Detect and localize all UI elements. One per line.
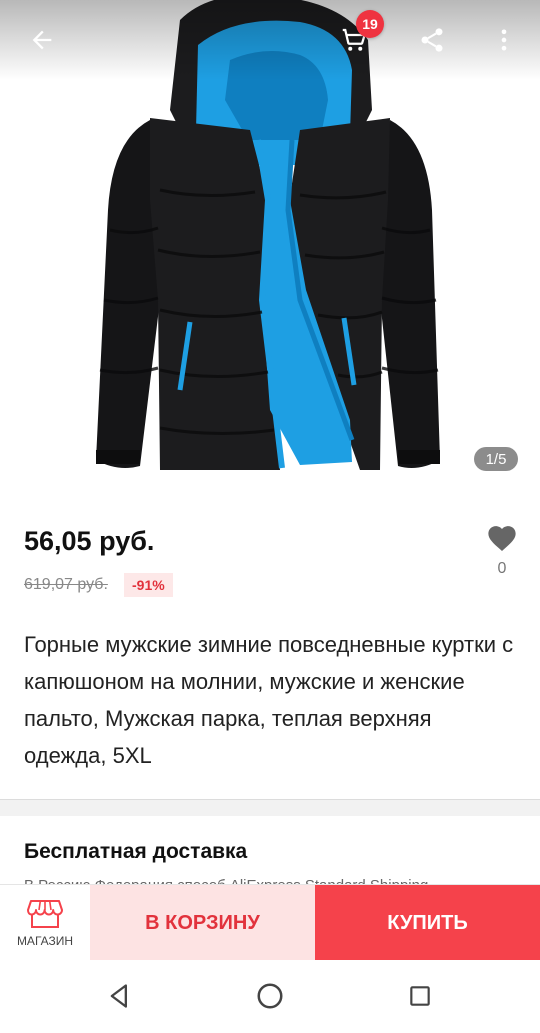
more-vertical-icon [501,29,507,51]
image-counter: 1/5 [474,447,518,471]
cart-button[interactable]: 19 [330,10,384,64]
wishlist-button[interactable]: 0 [480,522,524,578]
more-menu-button[interactable] [480,16,528,64]
cart-count-badge: 19 [356,10,384,38]
current-price: 56,05 руб. [24,526,155,556]
image-topbar: 19 [0,0,540,80]
old-price: 619,07 руб. [24,576,108,593]
store-button[interactable]: МАГАЗИН [0,885,90,961]
arrow-left-icon [32,30,52,50]
back-button[interactable] [18,16,66,64]
discount-badge: -91% [124,573,173,597]
nav-home-icon [257,983,283,1009]
buy-now-button[interactable]: КУПИТЬ [315,885,540,961]
product-gallery[interactable]: 19 1/5 [0,0,540,498]
store-label: МАГАЗИН [16,934,74,948]
share-icon [421,28,443,52]
product-page: 19 1/5 56,05 руб. 619,07 руб. -91% 0 Гор… [0,0,540,1033]
shipping-title[interactable]: Бесплатная доставка [24,840,247,864]
system-recent-apps-button[interactable] [396,972,444,1020]
system-nav-bar [0,960,540,1033]
section-divider [0,799,540,816]
system-back-button[interactable] [96,972,144,1020]
product-title: Горные мужские зимние повседневные куртк… [24,632,514,768]
system-home-button[interactable] [246,972,294,1020]
action-bar: МАГАЗИН В КОРЗИНУ КУПИТЬ [0,884,540,961]
store-icon [27,900,63,928]
share-button[interactable] [408,16,456,64]
nav-back-icon [110,984,128,1008]
nav-recent-icon [410,986,430,1006]
heart-icon [488,526,516,552]
wishlist-count: 0 [497,560,507,577]
add-to-cart-button[interactable]: В КОРЗИНУ [90,885,315,961]
